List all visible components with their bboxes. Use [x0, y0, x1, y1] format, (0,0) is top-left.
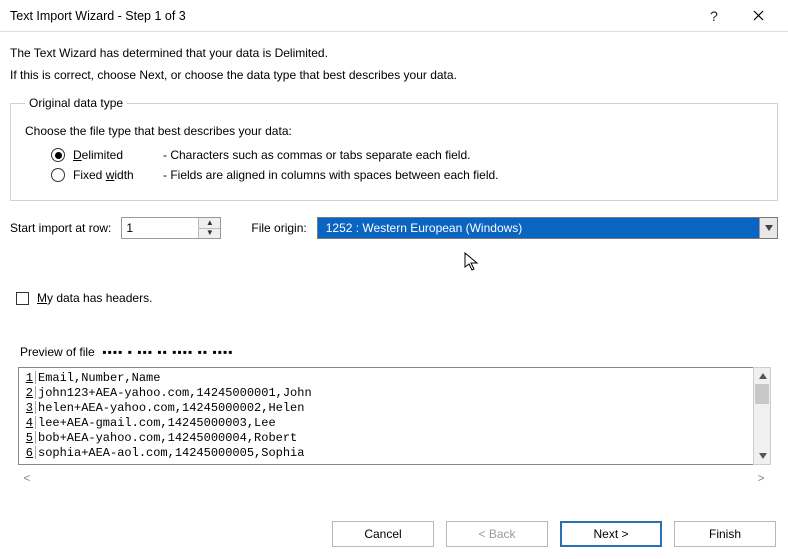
scroll-up-icon[interactable] — [754, 368, 772, 384]
start-row-label: Start import at row: — [10, 221, 111, 235]
scroll-down-icon[interactable] — [754, 448, 772, 464]
next-button[interactable]: Next > — [560, 521, 662, 547]
finish-button[interactable]: Finish — [674, 521, 776, 547]
preview-line-number: 6 — [21, 446, 33, 460]
preview-line-number: 3 — [21, 401, 33, 415]
has-headers-checkbox[interactable] — [16, 292, 29, 305]
vertical-scrollbar[interactable] — [753, 367, 771, 465]
original-data-type-group: Original data type Choose the file type … — [10, 96, 778, 201]
close-button[interactable] — [736, 1, 780, 31]
preview-line: 5 bob+AEA-yahoo.com,14245000004,Robert — [21, 430, 769, 445]
has-headers-label[interactable]: My data has headers. — [37, 291, 152, 305]
spinner-down-icon[interactable]: ▼ — [199, 229, 220, 239]
scrollbar-thumb[interactable] — [755, 384, 769, 404]
dropdown-button[interactable] — [759, 218, 777, 238]
help-button[interactable]: ? — [692, 1, 736, 31]
file-origin-label: File origin: — [251, 221, 306, 235]
preview-line-text: john123+AEA-yahoo.com,14245000001,John — [38, 386, 312, 400]
close-icon — [753, 10, 764, 21]
window-title: Text Import Wizard - Step 1 of 3 — [10, 9, 692, 23]
chevron-down-icon — [765, 225, 773, 231]
intro-text-2: If this is correct, choose Next, or choo… — [10, 68, 778, 82]
choose-file-type-label: Choose the file type that best describes… — [25, 124, 763, 138]
delimited-radio-label[interactable]: Delimited — [73, 148, 155, 162]
preview-line-number: 5 — [21, 431, 33, 445]
original-data-type-legend: Original data type — [25, 96, 127, 110]
delimited-radio[interactable] — [51, 148, 65, 162]
preview-line-text: bob+AEA-yahoo.com,14245000004,Robert — [38, 431, 297, 445]
horizontal-scrollbar[interactable]: < > — [18, 471, 770, 485]
preview-line-number: 4 — [21, 416, 33, 430]
start-row-spinner[interactable]: ▲ ▼ — [121, 217, 221, 239]
preview-line-number: 1 — [21, 371, 33, 385]
preview-line-text: helen+AEA-yahoo.com,14245000002,Helen — [38, 401, 304, 415]
preview-line: 4 lee+AEA-gmail.com,14245000003,Lee — [21, 415, 769, 430]
preview-label: Preview of file ▪▪▪▪ ▪ ▪▪▪ ▪▪ ▪▪▪▪ ▪▪ ▪▪… — [20, 345, 778, 359]
preview-filename: ▪▪▪▪ ▪ ▪▪▪ ▪▪ ▪▪▪▪ ▪▪ ▪▪▪▪ — [98, 345, 233, 359]
preview-line-text: lee+AEA-gmail.com,14245000003,Lee — [38, 416, 276, 430]
back-button: < Back — [446, 521, 548, 547]
file-origin-value: 1252 : Western European (Windows) — [318, 218, 759, 238]
scroll-left-icon[interactable]: < — [18, 471, 36, 485]
preview-pane: 1 Email,Number,Name 2 john123+AEA-yahoo.com… — [18, 367, 770, 465]
preview-line-text: Email,Number,Name — [38, 371, 160, 385]
intro-text-1: The Text Wizard has determined that your… — [10, 46, 778, 60]
file-origin-dropdown[interactable]: 1252 : Western European (Windows) — [317, 217, 778, 239]
fixed-width-radio-label[interactable]: Fixed width — [73, 168, 155, 182]
scroll-right-icon[interactable]: > — [752, 471, 770, 485]
start-row-input[interactable] — [122, 218, 198, 238]
preview-line: 1 Email,Number,Name — [21, 370, 769, 385]
preview-line-text: sophia+AEA-aol.com,14245000005,Sophia — [38, 446, 304, 460]
cancel-button[interactable]: Cancel — [332, 521, 434, 547]
preview-line-number: 2 — [21, 386, 33, 400]
fixed-width-desc: - Fields are aligned in columns with spa… — [163, 168, 499, 182]
preview-line: 6 sophia+AEA-aol.com,14245000005,Sophia — [21, 445, 769, 460]
preview-line: 3 helen+AEA-yahoo.com,14245000002,Helen — [21, 400, 769, 415]
preview-line: 2 john123+AEA-yahoo.com,14245000001,John — [21, 385, 769, 400]
fixed-width-radio[interactable] — [51, 168, 65, 182]
spinner-up-icon[interactable]: ▲ — [199, 218, 220, 229]
delimited-desc: - Characters such as commas or tabs sepa… — [163, 148, 470, 162]
